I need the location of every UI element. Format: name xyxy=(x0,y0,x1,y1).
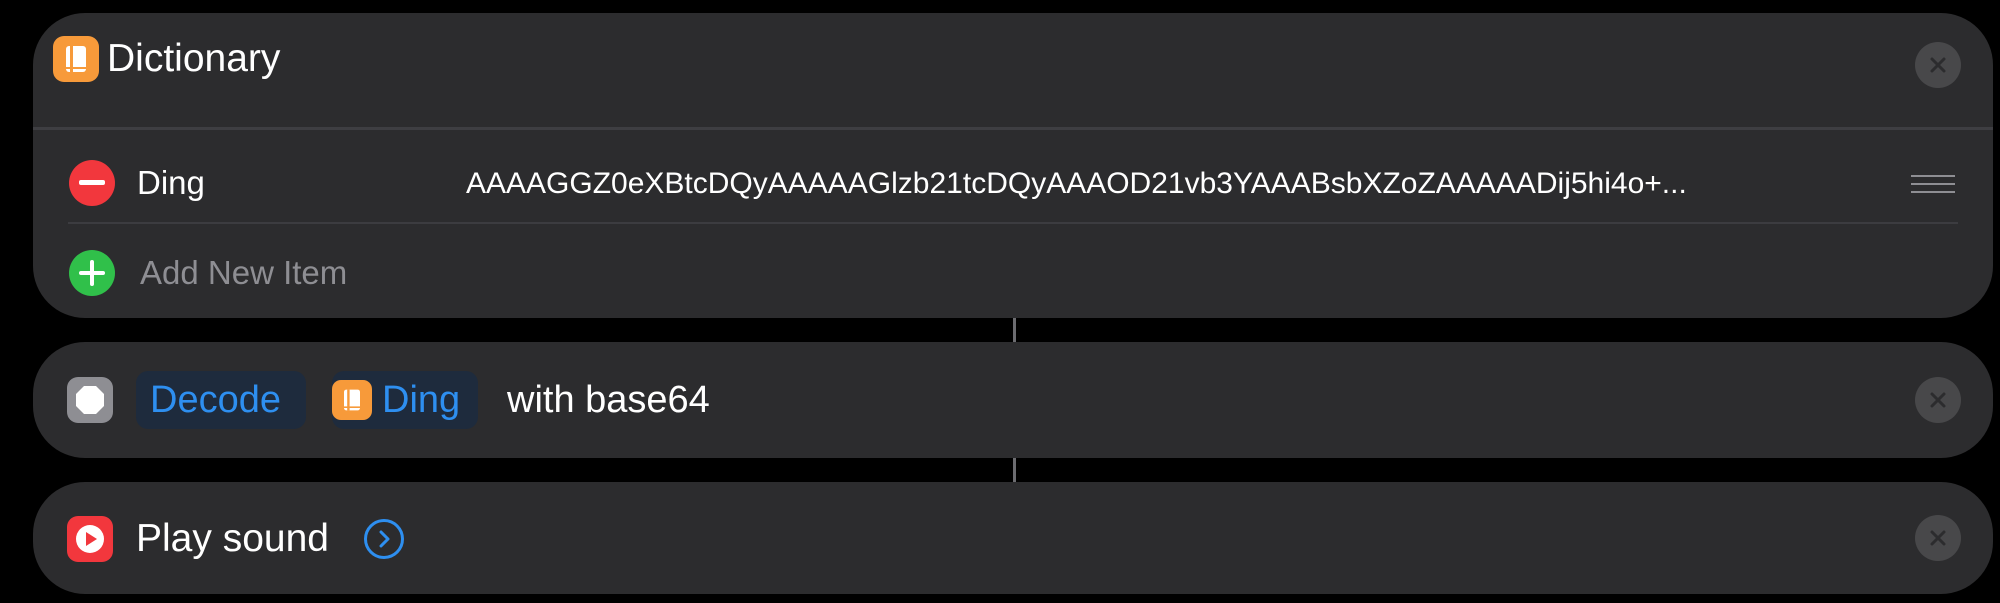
dictionary-action-card[interactable]: Dictionary Ding AAAAGGZ0eXBtcDQyAAAAAGlz… xyxy=(33,13,1993,318)
shortcut-editor: Dictionary Ding AAAAGGZ0eXBtcDQyAAAAAGlz… xyxy=(0,0,2000,603)
close-icon xyxy=(1930,392,1946,408)
decode-mode-token[interactable]: Decode xyxy=(136,371,306,429)
base64-suffix-text: with base64 xyxy=(507,379,710,421)
reorder-handle[interactable] xyxy=(1911,175,1955,195)
decode-action-card[interactable]: Decode Ding with base64 xyxy=(33,342,1993,458)
decode-mode-label: Decode xyxy=(150,379,281,421)
header-divider xyxy=(33,127,1993,130)
close-icon xyxy=(1930,57,1946,73)
ding-variable-token[interactable]: Ding xyxy=(332,371,478,429)
close-icon xyxy=(1930,530,1946,546)
expand-options-button[interactable] xyxy=(364,519,404,559)
remove-item-button[interactable] xyxy=(69,160,115,206)
item-value[interactable]: AAAAGGZ0eXBtcDQyAAAAAGlzb21tcDQyAAAOD21v… xyxy=(466,164,1876,204)
play-circle-icon xyxy=(67,516,113,562)
stop-octagon-icon xyxy=(67,377,113,423)
action-title: Dictionary xyxy=(107,37,281,80)
add-new-item-label[interactable]: Add New Item xyxy=(140,253,347,293)
remove-action-button[interactable] xyxy=(1915,42,1961,88)
add-item-button[interactable] xyxy=(69,250,115,296)
plus-icon xyxy=(79,260,105,286)
action-connector xyxy=(1013,458,1016,482)
item-key[interactable]: Ding xyxy=(137,163,205,203)
minus-icon xyxy=(79,180,105,185)
action-connector xyxy=(1013,318,1016,342)
chevron-right-icon xyxy=(379,530,390,548)
remove-action-button[interactable] xyxy=(1915,377,1961,423)
ding-variable-label: Ding xyxy=(382,379,461,421)
book-icon xyxy=(332,380,372,420)
book-icon xyxy=(53,36,99,82)
remove-action-button[interactable] xyxy=(1915,515,1961,561)
action-title: Play sound xyxy=(136,517,329,560)
item-divider xyxy=(68,222,1958,224)
play-sound-action-card[interactable]: Play sound xyxy=(33,482,1993,594)
